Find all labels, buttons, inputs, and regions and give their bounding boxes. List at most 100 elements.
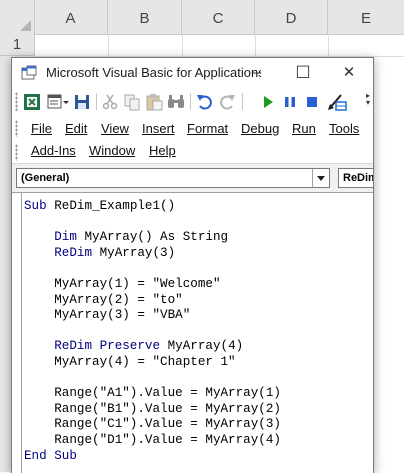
column-header-e[interactable]: E (328, 0, 404, 34)
code-line[interactable]: ReDim MyArray(3) (24, 245, 175, 261)
minimize-button[interactable]: – (234, 58, 280, 88)
code-line[interactable]: Sub ReDim_Example1() (24, 198, 175, 214)
menu-help[interactable]: Help (149, 140, 176, 162)
code-text: MyArray(4) (160, 339, 244, 354)
menu-file[interactable]: File (31, 118, 52, 140)
maximize-button[interactable]: ☐ (280, 58, 326, 88)
code-line[interactable]: End Sub (24, 448, 77, 464)
design-mode-icon[interactable] (326, 92, 348, 112)
menu-debug[interactable]: Debug (241, 118, 279, 140)
excel-view-icon[interactable] (22, 92, 42, 112)
procedure-combo-value: ReDim_Example1 (343, 172, 373, 184)
title-bar[interactable]: Microsoft Visual Basic for Applications … (12, 58, 373, 88)
code-keyword: Sub (24, 199, 47, 213)
code-line[interactable]: MyArray(3) = "VBA" (24, 307, 190, 323)
code-editor[interactable]: Sub ReDim_Example1() Dim MyArray() As St… (12, 193, 373, 473)
menu-view[interactable]: View (101, 118, 129, 140)
menu-file-label: File (31, 121, 52, 136)
code-text: MyArray(4) = "Chapter 1" (54, 355, 236, 369)
menu-format[interactable]: Format (187, 118, 228, 140)
run-icon[interactable] (258, 92, 278, 112)
minimize-icon: – (252, 64, 262, 81)
code-keyword: ReDim Preserve (54, 339, 161, 354)
code-line[interactable]: Dim MyArray() As String (24, 229, 228, 245)
menu-debug-label: Debug (241, 121, 280, 136)
code-text: MyArray() As String (76, 230, 229, 245)
menu-run[interactable]: Run (292, 118, 316, 140)
insert-dropdown-icon[interactable] (62, 92, 70, 112)
column-header-c[interactable]: C (182, 0, 255, 34)
column-headers: A B C D E (0, 0, 404, 35)
save-icon[interactable] (72, 92, 92, 112)
vba-editor-window: Microsoft Visual Basic for Applications … (11, 57, 374, 473)
reset-icon[interactable] (302, 92, 322, 112)
chevron-down-icon (317, 176, 325, 181)
code-text: Range("D1").Value = MyArray(4) (54, 433, 281, 447)
menu-addins[interactable]: Add-Ins (31, 140, 76, 162)
menu-tools[interactable]: Tools (329, 118, 359, 140)
undo-icon[interactable] (195, 92, 215, 112)
menu-help-label: Help (149, 143, 176, 158)
code-line[interactable]: MyArray(4) = "Chapter 1" (24, 354, 236, 370)
menu-insert[interactable]: Insert (142, 118, 175, 140)
code-keyword: ReDim (54, 245, 93, 260)
menu-window-label: Window (89, 143, 136, 158)
break-icon[interactable] (280, 92, 300, 112)
close-button[interactable]: ✕ (326, 58, 372, 88)
menu-tools-label: Tools (329, 121, 360, 136)
menu-grip[interactable] (15, 144, 18, 161)
code-text: MyArray(2) = "to" (54, 292, 183, 307)
code-text: MyArray(3) (92, 245, 176, 260)
code-combo-bar: (General) ReDim_Example1 (12, 164, 373, 193)
menu-run-label: Run (292, 121, 316, 136)
object-combo[interactable]: (General) (16, 168, 330, 188)
code-line[interactable]: Range("B1").Value = MyArray(2) (24, 401, 281, 417)
column-header-a[interactable]: A (34, 0, 108, 34)
code-line[interactable]: MyArray(1) = "Welcome" (24, 276, 221, 292)
code-line[interactable]: Range("C1").Value = MyArray(3) (24, 416, 281, 432)
close-icon: ✕ (342, 64, 356, 81)
redo-icon[interactable] (217, 92, 237, 112)
menu-addins-label: Add-Ins (31, 143, 76, 158)
paste-icon[interactable] (144, 92, 164, 112)
procedure-combo[interactable]: ReDim_Example1 (338, 168, 373, 188)
row-header-1[interactable]: 1 (0, 34, 34, 56)
code-text: ReDim_Example1() (46, 199, 176, 213)
select-all-triangle-icon (20, 20, 31, 31)
cut-icon[interactable] (100, 92, 120, 112)
window-title: Microsoft Visual Basic for Applications (46, 65, 261, 80)
code-text: MyArray(1) = "Welcome" (54, 277, 221, 291)
code-keyword: End Sub (24, 448, 77, 463)
code-line[interactable]: Range("A1").Value = MyArray(1) (24, 385, 281, 401)
standard-toolbar: ▸ ▾ (12, 88, 373, 115)
code-line[interactable]: MyArray(2) = "to" (24, 292, 183, 308)
copy-icon[interactable] (122, 92, 142, 112)
code-text: Range("B1").Value = MyArray(2) (54, 401, 281, 416)
code-margin-indicator-bar[interactable] (12, 193, 22, 473)
maximize-icon: ☐ (295, 63, 311, 82)
column-header-b[interactable]: B (108, 0, 182, 34)
code-line[interactable]: Range("D1").Value = MyArray(4) (24, 432, 281, 448)
object-combo-dropdown-button[interactable] (312, 169, 329, 187)
code-text: Range("C1").Value = MyArray(3) (54, 417, 281, 432)
menu-grip[interactable] (15, 120, 18, 137)
menu-insert-label: Insert (142, 121, 175, 136)
menu-edit[interactable]: Edit (65, 118, 87, 140)
code-line[interactable]: ReDim Preserve MyArray(4) (24, 338, 243, 354)
menu-window[interactable]: Window (89, 140, 135, 162)
column-header-d[interactable]: D (255, 0, 328, 34)
select-all-button[interactable] (0, 0, 35, 34)
find-icon[interactable] (166, 92, 186, 112)
toolbar-separator (190, 93, 191, 110)
toolbar-overflow-button[interactable]: ▸ ▾ (363, 92, 373, 112)
code-text: Range("A1").Value = MyArray(1) (54, 386, 281, 401)
toolbar-grip[interactable] (15, 92, 18, 111)
